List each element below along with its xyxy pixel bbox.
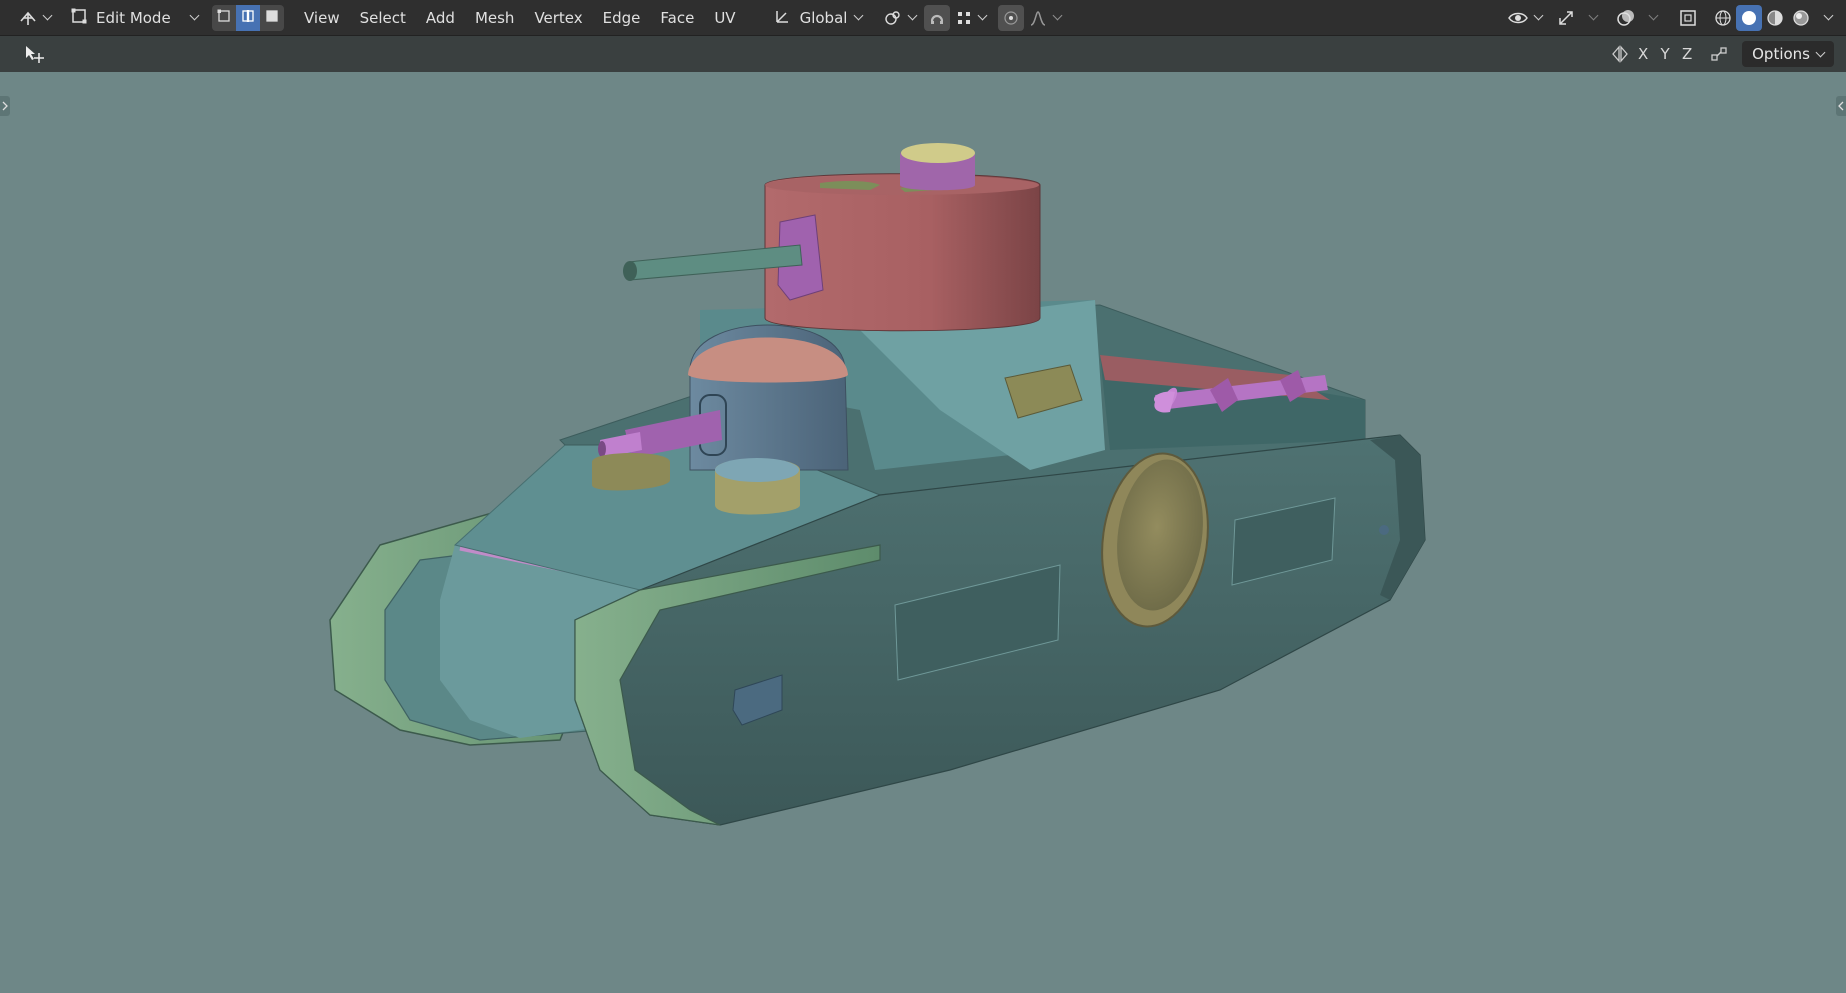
material-shading-button[interactable] <box>1762 5 1788 31</box>
editor-type-icon <box>19 9 37 27</box>
gizmo-toggle[interactable] <box>1552 5 1580 31</box>
menu-add[interactable]: Add <box>416 5 465 31</box>
shading-dropdown[interactable] <box>1814 5 1836 31</box>
proportional-edit-icon <box>1003 10 1019 26</box>
active-tool-button[interactable] <box>20 41 50 67</box>
menu-view[interactable]: View <box>294 5 350 31</box>
vertex-select-icon <box>216 8 232 28</box>
solid-shading-button[interactable] <box>1736 4 1762 31</box>
gizmo-icon <box>1557 9 1575 27</box>
face-select-icon <box>264 8 280 28</box>
transform-orientation-dropdown[interactable]: Global <box>768 5 868 31</box>
transform-tool-icon <box>23 44 47 64</box>
rendered-shading-button[interactable] <box>1788 5 1814 31</box>
menu-select[interactable]: Select <box>350 5 416 31</box>
menu-vertex[interactable]: Vertex <box>524 5 592 31</box>
overlay-dropdown[interactable] <box>1640 5 1660 31</box>
editor-type-button[interactable] <box>16 5 54 31</box>
visibility-dropdown[interactable] <box>1506 5 1544 31</box>
menu-uv[interactable]: UV <box>704 5 745 31</box>
shading-mode-group <box>1710 4 1836 31</box>
menu-face[interactable]: Face <box>650 5 704 31</box>
edge-select-button[interactable] <box>236 4 260 31</box>
auto-merge-toggle[interactable] <box>1706 41 1732 67</box>
xray-toggle[interactable] <box>1674 5 1702 31</box>
snap-target-dropdown[interactable] <box>954 5 988 31</box>
mirror-z-toggle[interactable]: Z <box>1676 41 1698 67</box>
snap-icon <box>928 9 946 27</box>
wireframe-shading-button[interactable] <box>1710 5 1736 31</box>
overlay-icon <box>1616 9 1636 27</box>
visibility-icon <box>1508 10 1528 26</box>
pivot-point-icon <box>884 9 902 27</box>
driver-hatch <box>592 453 670 491</box>
pivot-point-dropdown[interactable] <box>882 5 918 31</box>
wireframe-shading-icon <box>1714 9 1732 27</box>
select-mode-group <box>212 4 284 31</box>
3d-viewport[interactable] <box>0 72 1846 993</box>
rendered-shading-icon <box>1792 9 1810 27</box>
viewport-header: Edit Mode View Select Add Mesh Vertex Ed… <box>0 0 1846 36</box>
gizmo-dropdown[interactable] <box>1580 5 1600 31</box>
orientation-icon <box>774 7 792 29</box>
menu-mesh[interactable]: Mesh <box>465 5 525 31</box>
mirror-y-toggle[interactable]: Y <box>1654 41 1676 67</box>
mirror-icon <box>1611 45 1629 63</box>
mirror-x-toggle[interactable]: X <box>1632 41 1654 67</box>
xray-icon <box>1679 9 1697 27</box>
auto-merge-icon <box>1710 45 1728 63</box>
snap-toggle[interactable] <box>923 4 950 31</box>
tool-settings-bar: X Y Z Options <box>0 36 1846 72</box>
menu-bar: View Select Add Mesh Vertex Edge Face UV <box>294 5 746 31</box>
orientation-label: Global <box>799 8 848 27</box>
face-select-button[interactable] <box>260 5 284 31</box>
snap-increment-icon <box>956 10 972 26</box>
solid-shading-icon <box>1740 9 1758 27</box>
options-dropdown[interactable]: Options <box>1742 41 1834 67</box>
material-shading-icon <box>1766 9 1784 27</box>
edit-mode-icon <box>70 7 88 29</box>
menu-edge[interactable]: Edge <box>593 5 651 31</box>
vertex-select-button[interactable] <box>212 5 236 31</box>
mode-dropdown[interactable]: Edit Mode <box>64 5 204 31</box>
cupola-lid <box>901 143 975 163</box>
proportional-edit-toggle[interactable] <box>997 4 1024 31</box>
mirror-button[interactable] <box>1608 41 1632 67</box>
options-label: Options <box>1752 45 1810 63</box>
overlay-toggle[interactable] <box>1612 5 1640 31</box>
falloff-dropdown[interactable] <box>1028 5 1062 31</box>
gun-muzzle <box>623 261 637 281</box>
falloff-icon <box>1029 9 1047 27</box>
tank-model[interactable] <box>0 72 1846 993</box>
rear-bolt <box>1379 525 1389 535</box>
edge-select-icon <box>240 8 256 28</box>
periscope-lid <box>715 458 799 482</box>
mode-label: Edit Mode <box>96 8 171 27</box>
